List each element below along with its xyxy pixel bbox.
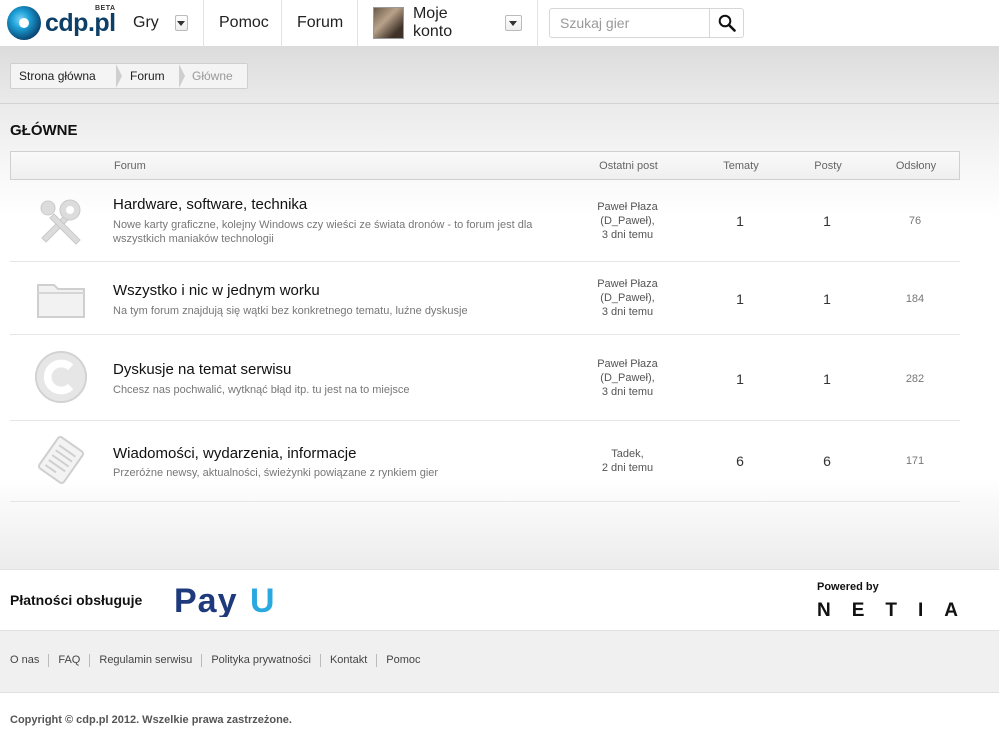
payu-logo[interactable]: Pay U (174, 582, 280, 622)
newspaper-icon (34, 433, 88, 487)
last-post-author: Paweł Płaza (597, 278, 658, 290)
footer-link-faq[interactable]: FAQ (48, 654, 89, 667)
topics-count: 1 (736, 371, 744, 387)
forum-title-link[interactable]: Dyskusje na temat serwisu (113, 361, 291, 378)
avatar[interactable] (373, 7, 404, 39)
posts-count: 1 (823, 291, 831, 307)
nav-help-label: Pomoc (219, 14, 269, 31)
last-post[interactable]: Tadek, 2 dni temu (565, 447, 690, 475)
column-header-forum: Forum (114, 160, 146, 172)
site-logo[interactable]: cdp.pl BETA (7, 5, 116, 41)
payu-logo-icon: Pay U (174, 582, 275, 620)
last-post-author: Tadek, (611, 448, 644, 460)
tools-icon (34, 194, 88, 248)
nav-account-label: Moje konto (412, 5, 453, 40)
column-header-posts: Posty (814, 160, 842, 172)
last-post-author: Paweł Płaza (597, 201, 658, 213)
last-post-time: 3 dni temu (601, 306, 654, 318)
page-title: GŁÓWNE (10, 122, 78, 139)
nav-forum[interactable]: Forum (282, 0, 358, 46)
posts-count: 1 (823, 371, 831, 387)
last-post-author: Paweł Płaza (597, 358, 658, 370)
games-dropdown-button[interactable] (174, 15, 188, 31)
breadcrumb-forum[interactable]: Forum (116, 64, 185, 88)
breadcrumb: Strona główna Forum Główne (10, 63, 248, 89)
last-post-time: 3 dni temu (601, 386, 654, 398)
netia-logo[interactable]: NETIA (817, 600, 979, 622)
forum-title-link[interactable]: Wiadomości, wydarzenia, informacje (113, 445, 356, 462)
svg-text:U: U (250, 585, 275, 617)
views-count: 184 (905, 293, 925, 305)
forum-description: Chcesz nas pochwalić, wytknąć błąd itp. … (113, 384, 410, 396)
forum-description: Przeróżne newsy, aktualności, świeżynki … (113, 467, 439, 479)
folder-icon (34, 271, 88, 325)
svg-text:Pay: Pay (174, 585, 238, 617)
footer-link-contact[interactable]: Kontakt (319, 654, 376, 667)
forum-description: Na tym forum znajdują się wątki bez konk… (113, 305, 468, 317)
top-navigation-bar: cdp.pl BETA Gry Pomoc Forum Moje konto (0, 0, 999, 47)
chevron-down-icon (509, 20, 518, 26)
footer-link-help[interactable]: Pomoc (376, 654, 429, 667)
powered-by-label: Powered by (817, 581, 879, 593)
forum-title-link[interactable]: Hardware, software, technika (113, 196, 307, 213)
posts-count: 1 (823, 213, 831, 229)
breadcrumb-home[interactable]: Strona główna (11, 64, 122, 88)
logo-disc-icon (7, 6, 41, 40)
table-header: Forum Ostatni post Tematy Posty Odsłony (10, 151, 960, 180)
breadcrumb-current: Główne (192, 69, 233, 83)
views-count: 282 (905, 373, 925, 385)
chevron-down-icon (177, 20, 186, 26)
beta-badge: BETA (95, 5, 116, 12)
logo-text: cdp.pl (45, 8, 116, 37)
account-dropdown-button[interactable] (504, 15, 522, 31)
last-post-nick: (D_Paweł), (600, 215, 655, 227)
table-row: Dyskusje na temat serwisu Chcesz nas poc… (10, 335, 960, 421)
last-post-time: 2 dni temu (601, 462, 654, 474)
posts-count: 6 (823, 453, 831, 469)
nav-games[interactable]: Gry (118, 0, 204, 46)
column-header-last-post: Ostatni post (599, 160, 658, 172)
nav-my-account[interactable]: Moje konto (358, 0, 538, 46)
last-post[interactable]: Paweł Płaza (D_Paweł), 3 dni temu (565, 200, 690, 242)
search-input[interactable] (550, 9, 709, 37)
last-post[interactable]: Paweł Płaza (D_Paweł), 3 dni temu (565, 357, 690, 399)
forum-description: Nowe karty graficzne, kolejny Windows cz… (113, 219, 533, 245)
table-row: Hardware, software, technika Nowe karty … (10, 180, 960, 262)
footer-link-terms[interactable]: Regulamin serwisu (89, 654, 201, 667)
payments-label: Płatności obsługuje (10, 592, 143, 608)
last-post-nick: (D_Paweł), (600, 372, 655, 384)
last-post-nick: (D_Paweł), (600, 292, 655, 304)
footer-link-about[interactable]: O nas (10, 654, 48, 667)
column-header-topics: Tematy (723, 160, 759, 172)
topics-count: 1 (736, 291, 744, 307)
last-post[interactable]: Paweł Płaza (D_Paweł), 3 dni temu (565, 277, 690, 319)
views-count: 76 (908, 215, 922, 227)
last-post-time: 3 dni temu (601, 229, 654, 241)
table-row: Wszystko i nic w jednym worku Na tym for… (10, 262, 960, 335)
forum-table: Forum Ostatni post Tematy Posty Odsłony … (10, 151, 960, 502)
search-box (549, 8, 744, 38)
nav-help[interactable]: Pomoc (204, 0, 282, 46)
footer-link-privacy[interactable]: Polityka prywatności (201, 654, 320, 667)
cdp-logo-icon (34, 350, 88, 404)
column-header-views: Odsłony (895, 160, 937, 172)
forum-title-link[interactable]: Wszystko i nic w jednym worku (113, 282, 320, 299)
topics-count: 1 (736, 213, 744, 229)
copyright-text: Copyright © cdp.pl 2012. Wszelkie prawa … (10, 714, 292, 726)
search-button[interactable] (709, 9, 743, 37)
table-row: Wiadomości, wydarzenia, informacje Przer… (10, 421, 960, 502)
nav-games-label: Gry (133, 14, 159, 31)
nav-forum-label: Forum (297, 14, 344, 31)
search-icon (718, 14, 736, 32)
views-count: 171 (905, 455, 925, 467)
topics-count: 6 (736, 453, 744, 469)
footer-links: O nas FAQ Regulamin serwisu Polityka pry… (10, 654, 430, 667)
